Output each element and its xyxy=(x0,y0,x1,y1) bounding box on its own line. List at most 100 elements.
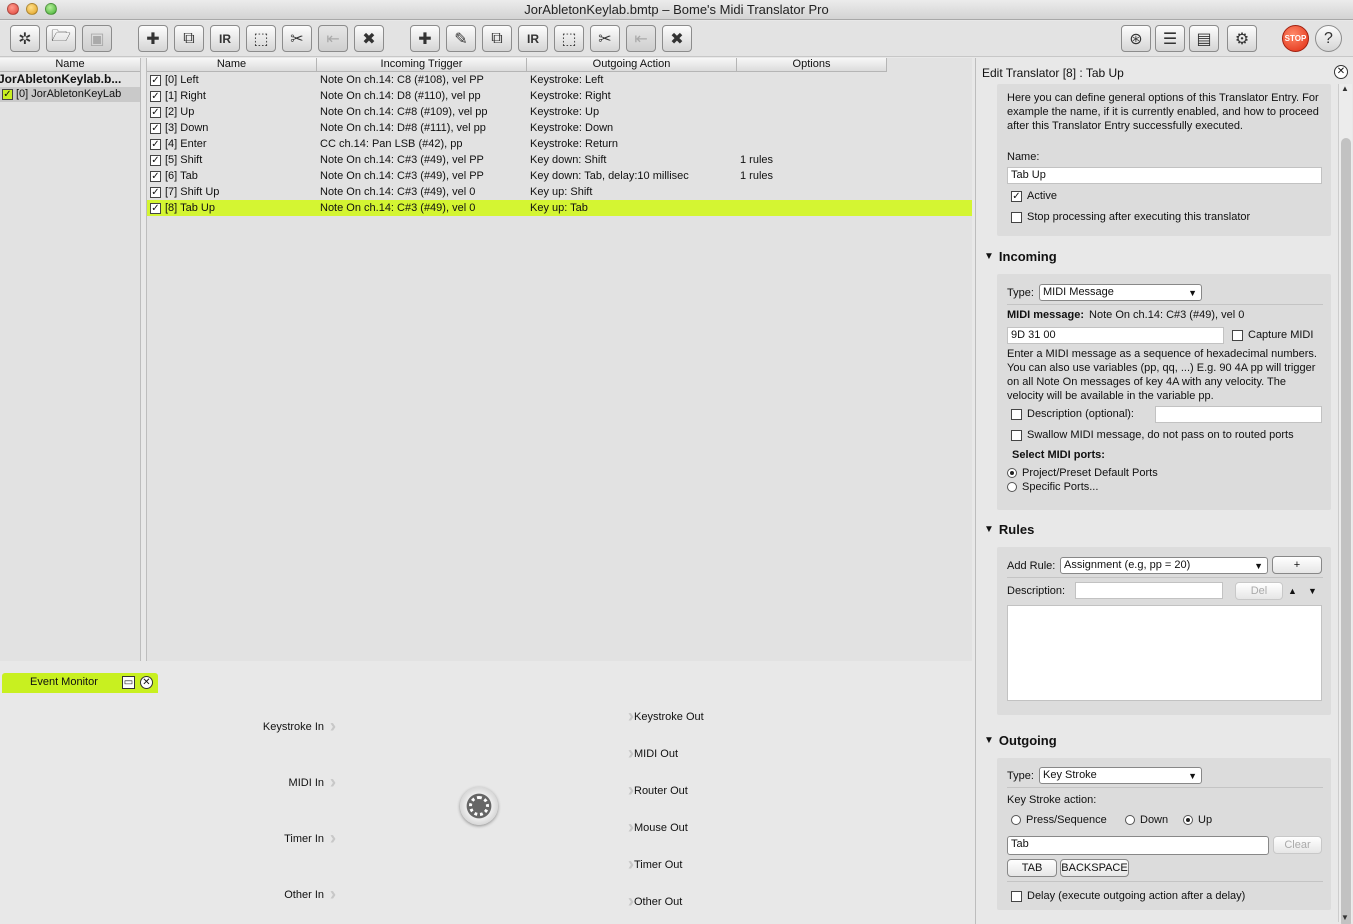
delay-checkbox[interactable] xyxy=(1011,890,1022,902)
translator-active-checkbox[interactable]: ✓ xyxy=(150,122,161,134)
copy-translator-button[interactable]: ⬚ xyxy=(554,25,584,52)
close-icon[interactable]: ✕ xyxy=(1334,65,1348,79)
edit-translator-button[interactable]: ✎ xyxy=(446,25,476,52)
description-row[interactable]: Description (optional): xyxy=(1011,408,1134,420)
table-row[interactable]: ✓ [0] Left Note On ch.14: C8 (#108), vel P… xyxy=(147,72,972,88)
translator-active-checkbox[interactable]: ✓ xyxy=(150,170,161,182)
translator-active-checkbox[interactable]: ✓ xyxy=(150,74,161,86)
capture-midi-checkbox[interactable] xyxy=(1232,329,1243,341)
column-header-incoming[interactable]: Incoming Trigger xyxy=(317,58,527,72)
scroll-down-icon[interactable]: ▼ xyxy=(1341,913,1349,922)
name-input[interactable]: Tab Up xyxy=(1007,167,1322,184)
table-row[interactable]: ✓ [7] Shift Up Note On ch.14: C#3 (#49), v… xyxy=(147,184,972,200)
project-column-header[interactable]: Name xyxy=(0,58,140,72)
scroll-up-icon[interactable]: ▲ xyxy=(1341,84,1349,93)
help-button[interactable]: ? xyxy=(1315,25,1342,52)
save-project-button[interactable]: ▣ xyxy=(82,25,112,52)
translator-active-checkbox[interactable]: ✓ xyxy=(150,106,161,118)
table-row[interactable]: ✓ [1] Right Note On ch.14: D8 (#110), vel … xyxy=(147,88,972,104)
delay-row[interactable]: Delay (execute outgoing action after a d… xyxy=(1011,890,1245,902)
keystroke-input[interactable]: Tab xyxy=(1007,836,1269,855)
stop-processing-checkbox[interactable] xyxy=(1011,211,1022,223)
midi-hex-input[interactable]: 9D 31 00 xyxy=(1007,327,1224,344)
rule-down-icon[interactable]: ▼ xyxy=(1308,584,1317,598)
add-rule-button[interactable]: + xyxy=(1272,556,1322,574)
add-rule-select[interactable]: Assignment (e.g, pp = 20) ▼ xyxy=(1060,557,1268,574)
table-row[interactable]: ✓ [8] Tab Up Note On ch.14: C#3 (#49), vel… xyxy=(147,200,972,216)
outgoing-section-header[interactable]: ▼ Outgoing xyxy=(984,733,1057,748)
down-radio[interactable] xyxy=(1125,815,1135,825)
rename-preset-button[interactable]: IR xyxy=(210,25,240,52)
copy-preset-button[interactable]: ⬚ xyxy=(246,25,276,52)
backspace-key-button[interactable]: BACKSPACE xyxy=(1060,859,1129,877)
table-row[interactable]: ✓ [2] Up Note On ch.14: C#8 (#109), vel pp… xyxy=(147,104,972,120)
incoming-title: Incoming xyxy=(998,249,1057,264)
column-header-name[interactable]: Name xyxy=(147,58,317,72)
translator-active-checkbox[interactable]: ✓ xyxy=(150,90,161,102)
description-checkbox[interactable] xyxy=(1011,408,1022,420)
rules-section-header[interactable]: ▼ Rules xyxy=(984,522,1034,537)
translator-active-checkbox[interactable]: ✓ xyxy=(150,138,161,150)
close-icon[interactable]: ✕ xyxy=(140,676,153,689)
table-row[interactable]: ✓ [5] Shift Note On ch.14: C#3 (#49), vel … xyxy=(147,152,972,168)
translator-active-checkbox[interactable]: ✓ xyxy=(150,202,161,214)
delete-preset-button[interactable]: ✖ xyxy=(354,25,384,52)
port-default-radio[interactable] xyxy=(1007,468,1017,478)
event-monitor-tab[interactable]: Event Monitor ▭ ✕ xyxy=(2,673,158,693)
edit-panel-scrollbar[interactable]: ▲ ▼ xyxy=(1338,84,1352,924)
swallow-checkbox[interactable] xyxy=(1011,429,1022,441)
event-monitor-button[interactable]: ▤ xyxy=(1189,25,1219,52)
tab-key-button[interactable]: TAB xyxy=(1007,859,1057,877)
translator-active-checkbox[interactable]: ✓ xyxy=(150,154,161,166)
clear-keystroke-button[interactable]: Clear xyxy=(1273,836,1322,854)
delete-translator-button[interactable]: ✖ xyxy=(662,25,692,52)
log-window-button[interactable]: ☰ xyxy=(1155,25,1185,52)
open-project-button[interactable]: 🗁 xyxy=(46,25,76,52)
incoming-type-select[interactable]: MIDI Message ▼ xyxy=(1039,284,1202,301)
table-row[interactable]: ✓ [4] Enter CC ch.14: Pan LSB (#42), pp Key… xyxy=(147,136,972,152)
incoming-section-header[interactable]: ▼ Incoming xyxy=(984,249,1057,264)
rename-translator-button[interactable]: IR xyxy=(518,25,548,52)
preset-active-checkbox[interactable]: ✓ xyxy=(2,89,13,100)
preset-item[interactable]: ✓ [0] JorAbletonKeyLab xyxy=(0,87,140,102)
capture-midi-row[interactable]: Capture MIDI xyxy=(1232,329,1313,341)
outgoing-type-select[interactable]: Key Stroke ▼ xyxy=(1039,767,1202,784)
stop-button[interactable]: STOP xyxy=(1282,25,1309,52)
paste-translator-button[interactable]: ⇤ xyxy=(626,25,656,52)
add-preset-button[interactable]: ✚ xyxy=(138,25,168,52)
active-row[interactable]: ✓ Active xyxy=(1011,190,1057,202)
midi-ports-button[interactable]: ⊛ xyxy=(1121,25,1151,52)
port-specific-row[interactable]: Specific Ports... xyxy=(1007,481,1098,493)
column-header-outgoing[interactable]: Outgoing Action xyxy=(527,58,737,72)
project-name[interactable]: JorAbletonKeylab.b... xyxy=(0,72,140,87)
up-row[interactable]: Up xyxy=(1183,814,1212,826)
rule-up-icon[interactable]: ▲ xyxy=(1288,584,1297,598)
rule-description-input[interactable] xyxy=(1075,582,1223,599)
column-header-options[interactable]: Options xyxy=(737,58,887,72)
translator-active-checkbox[interactable]: ✓ xyxy=(150,186,161,198)
description-input[interactable] xyxy=(1155,406,1322,423)
duplicate-preset-button[interactable]: ⧉ xyxy=(174,25,204,52)
maximize-icon[interactable]: ▭ xyxy=(122,676,135,689)
down-row[interactable]: Down xyxy=(1125,814,1168,826)
table-row[interactable]: ✓ [3] Down Note On ch.14: D#8 (#111), vel … xyxy=(147,120,972,136)
up-radio[interactable] xyxy=(1183,815,1193,825)
paste-preset-button[interactable]: ⇤ xyxy=(318,25,348,52)
active-checkbox[interactable]: ✓ xyxy=(1011,190,1022,202)
port-default-row[interactable]: Project/Preset Default Ports xyxy=(1007,467,1158,479)
cut-translator-button[interactable]: ✂ xyxy=(590,25,620,52)
rules-editor[interactable] xyxy=(1007,605,1322,701)
duplicate-translator-button[interactable]: ⧉ xyxy=(482,25,512,52)
press-row[interactable]: Press/Sequence xyxy=(1011,814,1107,826)
new-project-button[interactable]: ✲ xyxy=(10,25,40,52)
press-radio[interactable] xyxy=(1011,815,1021,825)
settings-button[interactable]: ⚙ xyxy=(1227,25,1257,52)
add-translator-button[interactable]: ✚ xyxy=(410,25,440,52)
scrollbar-thumb[interactable] xyxy=(1341,138,1351,924)
delete-rule-button[interactable]: Del xyxy=(1235,582,1283,600)
stop-processing-row[interactable]: Stop processing after executing this tra… xyxy=(1011,211,1250,223)
table-row[interactable]: ✓ [6] Tab Note On ch.14: C#3 (#49), vel PP… xyxy=(147,168,972,184)
port-specific-radio[interactable] xyxy=(1007,482,1017,492)
cut-preset-button[interactable]: ✂ xyxy=(282,25,312,52)
swallow-row[interactable]: Swallow MIDI message, do not pass on to … xyxy=(1011,429,1294,441)
